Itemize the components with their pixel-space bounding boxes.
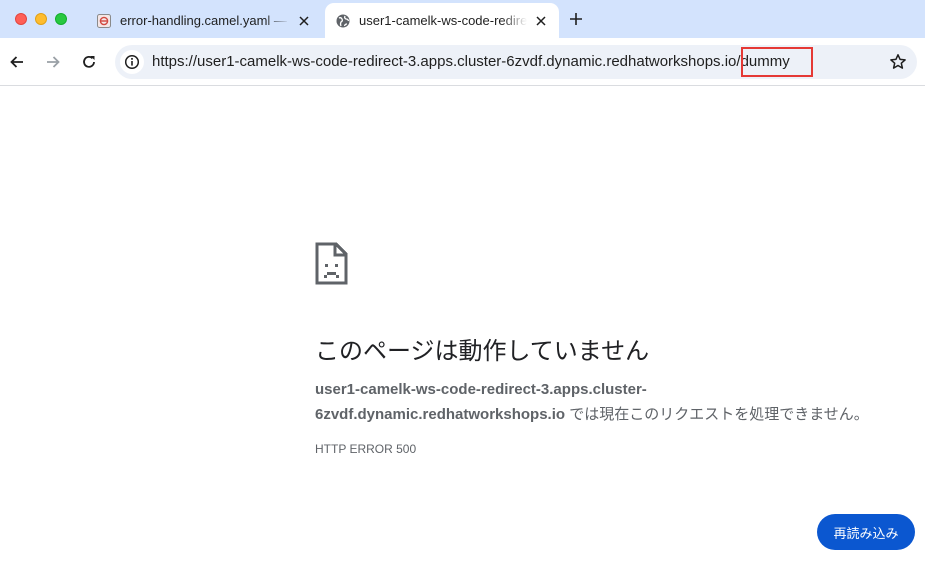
- info-icon: [124, 54, 140, 70]
- window-minimize-button[interactable]: [35, 13, 47, 25]
- back-button[interactable]: [5, 50, 29, 74]
- site-info-button[interactable]: [120, 50, 144, 74]
- reload-page-button[interactable]: 再読み込み: [817, 514, 915, 550]
- error-message: では現在このリクエストを処理できません。: [565, 406, 869, 423]
- error-description: user1-camelk-ws-code-redirect-3.apps.clu…: [315, 377, 895, 427]
- sad-page-icon: [315, 242, 348, 285]
- window-maximize-button[interactable]: [55, 13, 67, 25]
- browser-toolbar: https://user1-camelk-ws-code-redirect-3.…: [0, 38, 925, 86]
- url-text[interactable]: https://user1-camelk-ws-code-redirect-3.…: [152, 45, 790, 79]
- globe-icon: [335, 13, 351, 29]
- error-code: HTTP ERROR 500: [315, 442, 417, 456]
- address-bar[interactable]: https://user1-camelk-ws-code-redirect-3.…: [115, 45, 917, 79]
- reload-icon: [83, 55, 95, 68]
- tab-error-handling[interactable]: error-handling.camel.yaml —: [86, 3, 322, 38]
- plus-icon: [570, 13, 582, 25]
- title-bar: error-handling.camel.yaml — user1-camelk…: [0, 0, 925, 38]
- tab-title: user1-camelk-ws-code-redirect-3: [359, 13, 527, 28]
- bookmark-star-icon[interactable]: [887, 51, 909, 73]
- arrow-right-icon: [47, 56, 60, 68]
- reload-button[interactable]: [77, 50, 101, 74]
- error-heading: このページは動作していません: [315, 338, 650, 365]
- url-highlight-box: [741, 47, 813, 77]
- close-icon[interactable]: [296, 13, 312, 29]
- tab-title: error-handling.camel.yaml —: [120, 13, 287, 28]
- forward-button[interactable]: [41, 50, 65, 74]
- close-icon[interactable]: [533, 13, 549, 29]
- window-close-button[interactable]: [15, 13, 27, 25]
- arrow-left-icon: [10, 56, 23, 68]
- code-file-icon: [96, 13, 112, 29]
- new-tab-button[interactable]: [566, 9, 586, 29]
- page-content: このページは動作していません user1-camelk-ws-code-redi…: [0, 87, 925, 567]
- tab-active-page[interactable]: user1-camelk-ws-code-redirect-3: [325, 3, 559, 38]
